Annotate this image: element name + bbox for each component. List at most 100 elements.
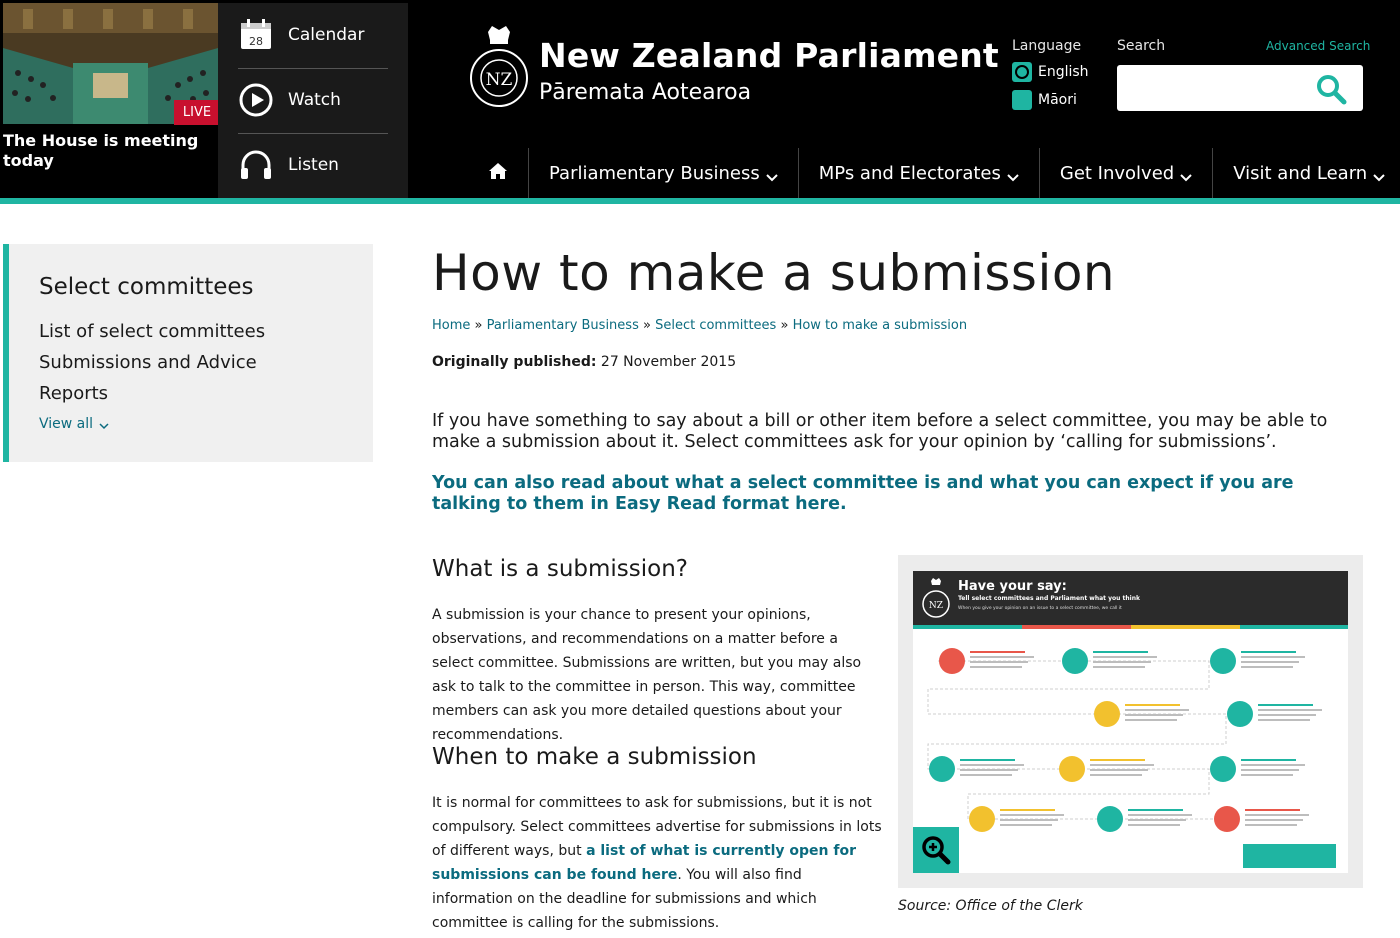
infographic-text-line xyxy=(1125,704,1180,706)
infographic-text-line xyxy=(1128,824,1180,826)
infographic-subtitle: Tell select committees and Parliament wh… xyxy=(958,595,1140,602)
calendar-label: Calendar xyxy=(288,25,365,45)
infographic-text-line xyxy=(1125,714,1183,716)
breadcrumb-parliamentary-business[interactable]: Parliamentary Business xyxy=(487,318,639,333)
infographic-text-line xyxy=(1245,819,1303,821)
infographic-image: NZ Have your say: Tell select committees… xyxy=(913,571,1348,873)
radio-icon[interactable] xyxy=(1012,90,1032,110)
infographic-step-circle xyxy=(1227,701,1253,727)
calendar-link[interactable]: 28 Calendar xyxy=(238,3,388,67)
sidebar-view-all[interactable]: View all xyxy=(39,416,109,432)
breadcrumb-separator: » xyxy=(474,318,487,333)
sidebar-item-list-of-committees[interactable]: List of select committees xyxy=(39,321,265,342)
infographic-step-circle xyxy=(1062,648,1088,674)
nav-label: Visit and Learn xyxy=(1233,162,1368,184)
intro-paragraph: If you have something to say about a bil… xyxy=(432,411,1328,452)
infographic-step-circle xyxy=(929,756,955,782)
infographic-step-circle xyxy=(939,648,965,674)
sidebar-title[interactable]: Select committees xyxy=(39,274,254,300)
live-caption[interactable]: The House is meeting today xyxy=(3,131,213,171)
breadcrumb-separator: » xyxy=(642,318,656,333)
sidebar-item-reports[interactable]: Reports xyxy=(39,383,108,404)
infographic-text-line xyxy=(1128,809,1183,811)
search-icon[interactable] xyxy=(1315,73,1347,105)
site-logo[interactable]: NZ New Zealand Parliament Pāremata Aotea… xyxy=(468,24,999,114)
infographic-text-line xyxy=(1125,709,1189,711)
infographic-text-line xyxy=(1241,651,1296,653)
infographic-step-circle xyxy=(1097,806,1123,832)
breadcrumb-current[interactable]: How to make a submission xyxy=(793,318,968,333)
infographic-text-line xyxy=(1000,814,1064,816)
sidebar-item-submissions-advice[interactable]: Submissions and Advice xyxy=(39,352,257,373)
nav-get-involved[interactable]: Get Involved xyxy=(1038,148,1212,198)
infographic-text-line xyxy=(1245,809,1300,811)
infographic-text-line xyxy=(1258,719,1310,721)
section-text-when: It is normal for committees to ask for s… xyxy=(432,791,882,935)
breadcrumb-select-committees[interactable]: Select committees xyxy=(655,318,776,333)
infographic-text-line xyxy=(1241,769,1299,771)
listen-link[interactable]: Listen xyxy=(238,133,388,197)
headphones-icon xyxy=(238,147,274,183)
infographic-text-line xyxy=(1090,759,1145,761)
nav-label: MPs and Electorates xyxy=(818,162,1001,184)
section-sidebar: Select committees List of select committ… xyxy=(3,244,373,462)
infographic-text-line xyxy=(1258,709,1322,711)
search-input[interactable] xyxy=(1125,73,1305,103)
infographic-text-line xyxy=(1258,714,1316,716)
infographic-small-text: When you give your opinion on an issue t… xyxy=(958,606,1122,611)
breadcrumb: Home » Parliamentary Business » Select c… xyxy=(432,318,967,333)
infographic-step-circle xyxy=(1094,701,1120,727)
published-value: 27 November 2015 xyxy=(600,354,737,370)
site-title: New Zealand Parliament xyxy=(539,36,999,75)
infographic-text-line xyxy=(1000,809,1055,811)
nav-label: Get Involved xyxy=(1059,162,1175,184)
infographic-crest-icon: NZ xyxy=(922,578,950,618)
infographic-header: NZ Have your say: Tell select committees… xyxy=(913,571,1348,625)
advanced-search-link[interactable]: Advanced Search xyxy=(1266,39,1370,53)
home-icon xyxy=(488,162,508,185)
calendar-icon: 28 xyxy=(238,17,274,53)
language-option-maori[interactable]: Māori xyxy=(1012,90,1107,110)
infographic-step-circle xyxy=(1059,756,1085,782)
header-accent-bar xyxy=(0,198,1400,204)
infographic-step-circle xyxy=(969,806,995,832)
play-icon xyxy=(238,82,274,118)
infographic-text-line xyxy=(1258,704,1313,706)
nav-visit-learn[interactable]: Visit and Learn xyxy=(1212,148,1400,198)
infographic-text-line xyxy=(960,764,1024,766)
live-broadcast-tile[interactable]: LIVE The House is meeting today xyxy=(3,3,220,198)
infographic-text-line xyxy=(1093,666,1145,668)
watch-link[interactable]: Watch xyxy=(238,68,388,132)
radio-selected-icon[interactable] xyxy=(1012,62,1032,82)
breadcrumb-separator: » xyxy=(780,318,793,333)
nav-mps-electorates[interactable]: MPs and Electorates xyxy=(797,148,1039,198)
section-heading-when: When to make a submission xyxy=(432,744,757,770)
infographic-path xyxy=(927,660,1227,820)
nav-parliamentary-business[interactable]: Parliamentary Business xyxy=(528,148,798,198)
zoom-in-icon xyxy=(920,834,952,866)
language-option-label: Māori xyxy=(1038,92,1077,108)
breadcrumb-home[interactable]: Home xyxy=(432,318,470,333)
infographic-thank-you-box xyxy=(1243,844,1336,868)
infographic-flow xyxy=(927,648,1336,868)
chevron-down-icon xyxy=(1180,167,1192,182)
infographic-text-line xyxy=(970,661,1028,663)
infographic-text-line xyxy=(1090,769,1148,771)
language-option-english[interactable]: English xyxy=(1012,62,1107,82)
infographic-text-line xyxy=(1245,824,1297,826)
nav-home[interactable] xyxy=(468,148,528,198)
infographic-title: Have your say: xyxy=(958,579,1067,594)
easy-read-link[interactable]: You can also read about what a select co… xyxy=(432,473,1367,515)
published-date: Originally published: 27 November 2015 xyxy=(432,354,736,370)
infographic-step-circle xyxy=(1210,756,1236,782)
infographic-text-line xyxy=(970,666,1022,668)
watch-label: Watch xyxy=(288,90,341,110)
site-subtitle: Pāremata Aotearoa xyxy=(539,80,752,105)
chevron-down-icon xyxy=(766,167,778,182)
infographic-figure[interactable]: NZ Have your say: Tell select committees… xyxy=(898,555,1363,888)
infographic-text-line xyxy=(1128,819,1186,821)
zoom-button[interactable] xyxy=(913,827,959,873)
infographic-text-line xyxy=(1125,719,1177,721)
chevron-down-icon xyxy=(1007,167,1019,182)
infographic-text-line xyxy=(970,656,1034,658)
